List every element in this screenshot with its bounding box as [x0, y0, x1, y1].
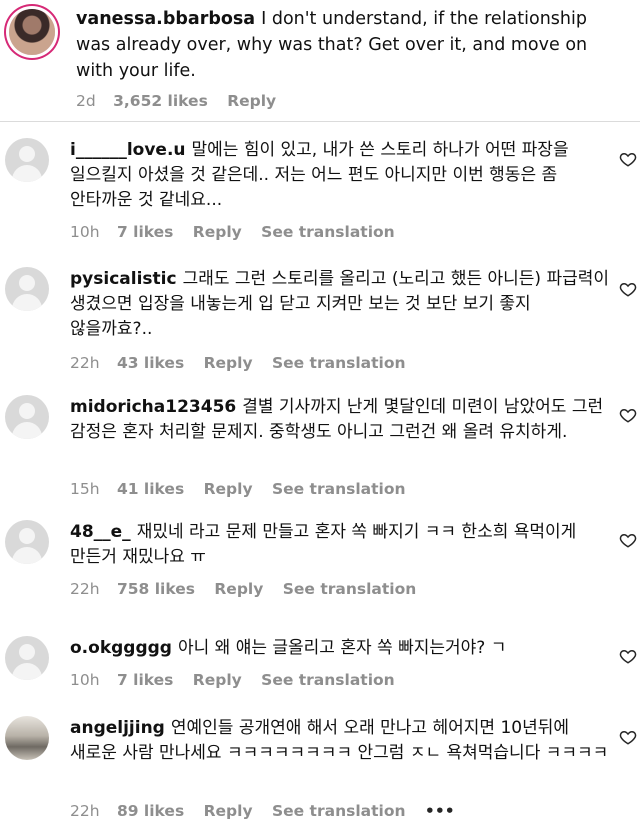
divider	[0, 121, 640, 122]
reply-button[interactable]: Reply	[193, 671, 242, 689]
comment-username[interactable]: 48__e_	[70, 522, 131, 542]
heart-icon[interactable]	[619, 531, 637, 549]
heart-icon[interactable]	[619, 406, 637, 424]
comment-time: 10h	[70, 223, 100, 241]
comment-time: 10h	[70, 671, 100, 689]
reply-button[interactable]: Reply	[193, 223, 242, 241]
comment-text: o.okggggg 아니 왜 얘는 글올리고 혼자 쏙 빠지는거야? ㄱ	[70, 636, 610, 661]
reply-button[interactable]: Reply	[204, 354, 253, 372]
avatar[interactable]	[5, 520, 49, 564]
comment-username[interactable]: pysicalistic	[70, 269, 177, 289]
comment-meta: 10h 7 likes Reply See translation	[70, 223, 409, 241]
comment-meta: 22h 758 likes Reply See translation	[70, 580, 430, 598]
comment-username[interactable]: o.okggggg	[70, 638, 172, 658]
comment-text: 48__e_ 재밌네 라고 문제 만들고 혼자 쏙 빠지기 ㅋㅋ 한소희 욕먹이게…	[70, 520, 610, 570]
likes-count[interactable]: 41 likes	[117, 480, 184, 498]
comment-time: 15h	[70, 480, 100, 498]
comment-meta: 22h 43 likes Reply See translation	[70, 354, 420, 372]
more-options-button[interactable]: •••	[425, 802, 455, 820]
see-translation-button[interactable]: See translation	[283, 580, 417, 598]
comment-text: midoricha123456 결별 기사까지 난게 몇달인데 미련이 남았어도 …	[70, 395, 610, 445]
comment-text: vanessa.bbarbosa I don't understand, if t…	[76, 6, 621, 84]
avatar[interactable]	[5, 138, 49, 182]
comment-meta: 22h 89 likes Reply See translation •••	[70, 802, 469, 820]
comment-text: angeljjing 연예인들 공개연애 해서 오래 만나고 헤어지면 10년뒤에…	[70, 716, 610, 766]
comment-time: 22h	[70, 354, 100, 372]
comment-meta: 15h 41 likes Reply See translation	[70, 480, 420, 498]
likes-count[interactable]: 43 likes	[117, 354, 184, 372]
see-translation-button[interactable]: See translation	[261, 671, 395, 689]
comment-body: 재밌네 라고 문제 만들고 혼자 쏙 빠지기 ㅋㅋ 한소희 욕먹이게 만든거 재…	[70, 522, 577, 567]
avatar[interactable]	[5, 267, 49, 311]
comment-username[interactable]: vanessa.bbarbosa	[76, 9, 255, 29]
see-translation-button[interactable]: See translation	[272, 802, 406, 820]
reply-button[interactable]: Reply	[204, 480, 253, 498]
reply-button[interactable]: Reply	[227, 92, 276, 110]
likes-count[interactable]: 758 likes	[117, 580, 195, 598]
heart-icon[interactable]	[619, 728, 637, 746]
likes-count[interactable]: 7 likes	[117, 671, 173, 689]
likes-count[interactable]: 3,652 likes	[113, 92, 208, 110]
comment-text: pysicalistic 그래도 그런 스토리를 올리고 (노리고 했든 아니든)…	[70, 267, 610, 342]
comment-username[interactable]: midoricha123456	[70, 397, 236, 417]
heart-icon[interactable]	[619, 150, 637, 168]
comment-time: 2d	[76, 92, 96, 110]
likes-count[interactable]: 89 likes	[117, 802, 184, 820]
avatar[interactable]	[5, 716, 49, 760]
comment-username[interactable]: angeljjing	[70, 718, 165, 738]
avatar[interactable]	[9, 9, 55, 55]
comment-time: 22h	[70, 802, 100, 820]
comment-time: 22h	[70, 580, 100, 598]
comment-body: 아니 왜 얘는 글올리고 혼자 쏙 빠지는거야? ㄱ	[177, 638, 507, 658]
avatar[interactable]	[5, 636, 49, 680]
heart-icon[interactable]	[619, 647, 637, 665]
reply-button[interactable]: Reply	[204, 802, 253, 820]
comment-meta: 2d 3,652 likes Reply	[76, 92, 290, 110]
reply-button[interactable]: Reply	[214, 580, 263, 598]
comment-text: i______love.u 말에는 힘이 있고, 내가 쓴 스토리 하나가 어떤 …	[70, 138, 610, 213]
comment-meta: 10h 7 likes Reply See translation	[70, 671, 409, 689]
see-translation-button[interactable]: See translation	[261, 223, 395, 241]
see-translation-button[interactable]: See translation	[272, 480, 406, 498]
likes-count[interactable]: 7 likes	[117, 223, 173, 241]
comment-username[interactable]: i______love.u	[70, 140, 186, 160]
avatar[interactable]	[5, 395, 49, 439]
see-translation-button[interactable]: See translation	[272, 354, 406, 372]
heart-icon[interactable]	[619, 280, 637, 298]
